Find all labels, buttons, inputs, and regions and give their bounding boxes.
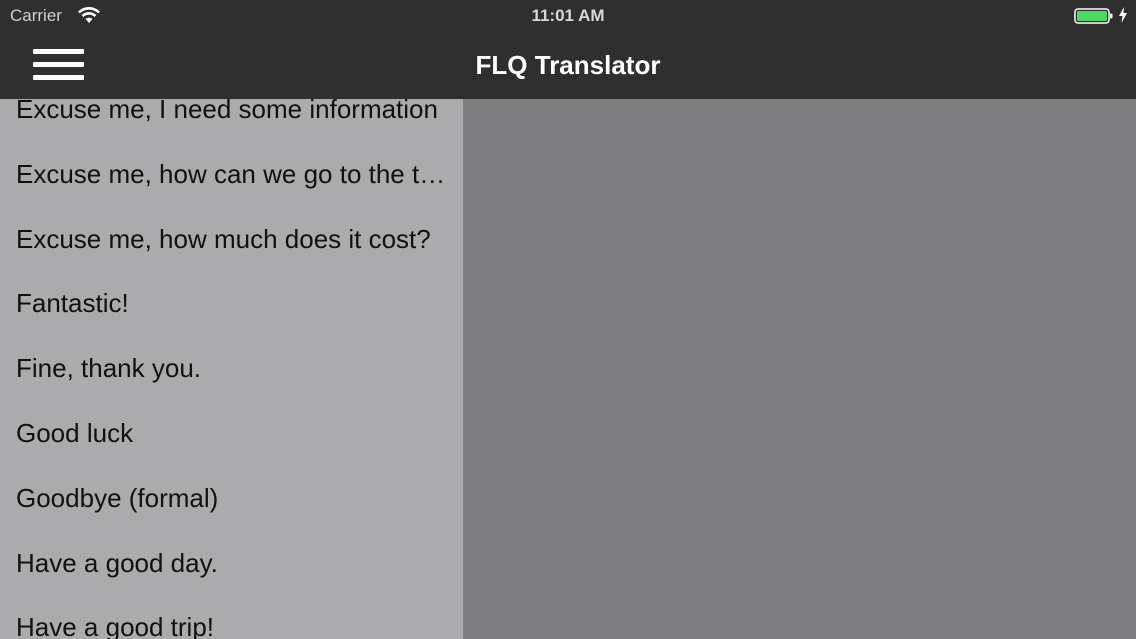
battery-icon	[1074, 8, 1113, 24]
phrase-list-item[interactable]: Have a good trip!	[0, 595, 463, 639]
phrase-list-item[interactable]: Fine, thank you.	[0, 336, 463, 401]
status-bar: Carrier 11:01 AM	[0, 0, 1136, 32]
charging-bolt-icon	[1119, 7, 1127, 23]
phrase-list-item[interactable]: Have a good day.	[0, 531, 463, 596]
top-bar: Carrier 11:01 AM FLQ Translator	[0, 0, 1136, 99]
status-time: 11:01 AM	[531, 6, 605, 25]
app-screen: Carrier 11:01 AM FLQ Translator Excuse m…	[0, 0, 1136, 639]
phrase-list-item[interactable]: Excuse me, how much does it cost?	[0, 207, 463, 272]
phrase-list: Excuse me, I need some information Excus…	[0, 99, 463, 639]
phrase-list-item[interactable]: Goodbye (formal)	[0, 466, 463, 531]
page-title: FLQ Translator	[475, 50, 661, 80]
phrase-list-item[interactable]: Excuse me, how can we go to the train st…	[0, 142, 463, 207]
phrase-drawer[interactable]: Excuse me, I need some information Excus…	[0, 99, 463, 639]
phrase-list-item[interactable]: Fantastic!	[0, 271, 463, 336]
navigation-bar: FLQ Translator	[0, 32, 1136, 99]
phrase-list-item[interactable]: Excuse me, I need some information	[0, 99, 463, 142]
phrase-list-item[interactable]: Good luck	[0, 401, 463, 466]
content-overlay[interactable]	[463, 99, 1136, 639]
